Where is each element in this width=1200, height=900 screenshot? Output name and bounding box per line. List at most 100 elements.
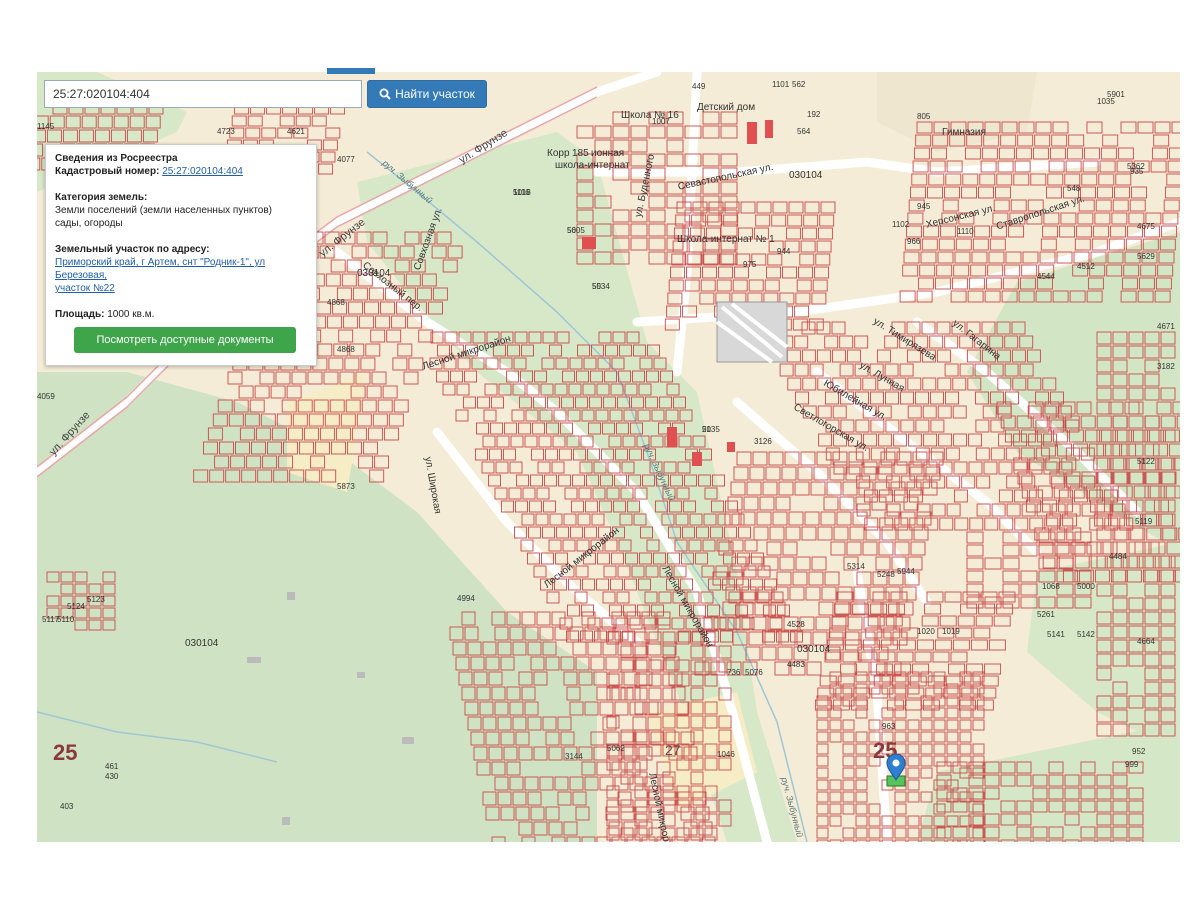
parcel-outline [260, 372, 274, 384]
parcel-number-label: 3126 [754, 437, 772, 446]
parcel-outline [465, 371, 477, 382]
parcel-outline [621, 807, 634, 820]
parcel-outline [817, 452, 831, 465]
parcel-outline [830, 780, 841, 790]
parcel-outline [980, 174, 995, 185]
parcel-outline [817, 792, 828, 802]
parcel-outline [773, 512, 787, 525]
parcel-outline [737, 452, 751, 465]
parcel-outline [700, 293, 714, 304]
parcel-outline [1048, 174, 1063, 185]
address-link-line1[interactable]: Приморский край, г Артем, снт "Родник-1"… [55, 257, 265, 281]
parcel-outline [921, 756, 932, 766]
parcel-outline [969, 462, 982, 474]
parcel-outline [855, 336, 868, 348]
parcel-outline [635, 800, 647, 812]
parcel-outline [1111, 226, 1126, 237]
parcel-outline [1154, 135, 1169, 146]
parcel-outline [817, 744, 828, 754]
parcel-outline [846, 467, 860, 480]
parcel-outline [934, 744, 945, 754]
parcel-outline [876, 557, 890, 570]
parcel-outline [976, 420, 989, 432]
parcel-outline [789, 512, 803, 525]
parcel-outline [960, 720, 971, 730]
parcel-outline [843, 780, 854, 790]
parcel-outline [806, 587, 820, 600]
view-documents-button[interactable]: Посмотреть доступные документы [74, 327, 296, 353]
parcel-outline [812, 293, 826, 304]
cadastral-number-link[interactable]: 25:27:020104:404 [162, 166, 243, 177]
parcel-outline [976, 616, 992, 626]
parcel-outline [519, 423, 531, 434]
parcel-outline [762, 647, 776, 660]
parcel-outline [904, 497, 918, 510]
parcel-outline [879, 652, 895, 662]
parcel-outline [947, 732, 958, 742]
cadastral-district-number: 27 [665, 742, 681, 758]
parcel-outline [817, 350, 830, 362]
parcel-outline [522, 612, 535, 625]
parcel-outline [941, 226, 956, 237]
parcel-outline [973, 708, 984, 718]
parcel-outline [830, 840, 841, 842]
quarter-label: 030104 [789, 170, 822, 181]
parcel-outline [539, 436, 551, 447]
parcel-number-label: 1116 [513, 188, 530, 197]
search-input[interactable] [44, 80, 362, 108]
parcel-outline [717, 280, 731, 291]
parcel-outline [371, 330, 385, 342]
parcel-outline [847, 350, 860, 362]
poi-label: Школа № 16 [621, 110, 679, 121]
find-parcel-button[interactable]: Найти участок [367, 80, 487, 108]
parcel-outline [579, 488, 591, 499]
parcel-number-label: 4621 [287, 127, 305, 136]
parcel-outline [840, 364, 853, 376]
parcel-outline [963, 174, 978, 185]
parcel-outline [1006, 252, 1021, 263]
parcel-outline [1166, 187, 1181, 198]
parcel-outline [943, 200, 958, 211]
parcel-outline [607, 800, 619, 812]
parcel-outline [790, 587, 804, 600]
parcel-outline [848, 617, 862, 630]
parcel-outline [530, 501, 542, 512]
parcel-outline [944, 688, 960, 698]
parcel-outline [884, 628, 900, 638]
parcel-outline [856, 840, 867, 842]
parcel-outline [597, 579, 609, 590]
parcel-outline [895, 708, 906, 718]
parcel-outline [704, 254, 718, 265]
parcel-outline [1103, 135, 1118, 146]
parcel-outline [958, 616, 974, 626]
selected-parcel-marker-icon[interactable] [885, 754, 907, 788]
parcel-outline [816, 254, 830, 265]
parcel-outline [1118, 148, 1133, 159]
address-link-line2[interactable]: участок №22 [55, 283, 115, 294]
parcel-outline [552, 462, 564, 473]
parcel-number-label: 1145 [37, 122, 54, 131]
parcel-outline [830, 672, 841, 682]
parcel-outline [921, 696, 932, 706]
parcel-outline [985, 291, 1000, 302]
parcel-number-label: 4484 [1109, 552, 1127, 561]
parcel-outline [908, 768, 919, 778]
parcel-outline [777, 631, 789, 642]
parcel-outline [985, 664, 1001, 674]
parcel-outline [825, 336, 838, 348]
parcel-outline [949, 664, 965, 674]
parcel-outline [856, 804, 867, 814]
parcel-outline [308, 372, 322, 384]
parcel-outline [627, 612, 640, 625]
parcel-outline [843, 732, 854, 742]
parcel-outline [895, 672, 906, 682]
parcel-outline [895, 696, 906, 706]
parcel-outline [255, 386, 269, 398]
parcel-outline [947, 744, 958, 754]
parcel-outline [818, 527, 832, 540]
parcel-outline [328, 316, 342, 328]
parcel-outline [931, 420, 944, 432]
parcel-outline [362, 400, 376, 412]
poi-label: 185 [572, 148, 589, 159]
parcel-outline [994, 200, 1009, 211]
